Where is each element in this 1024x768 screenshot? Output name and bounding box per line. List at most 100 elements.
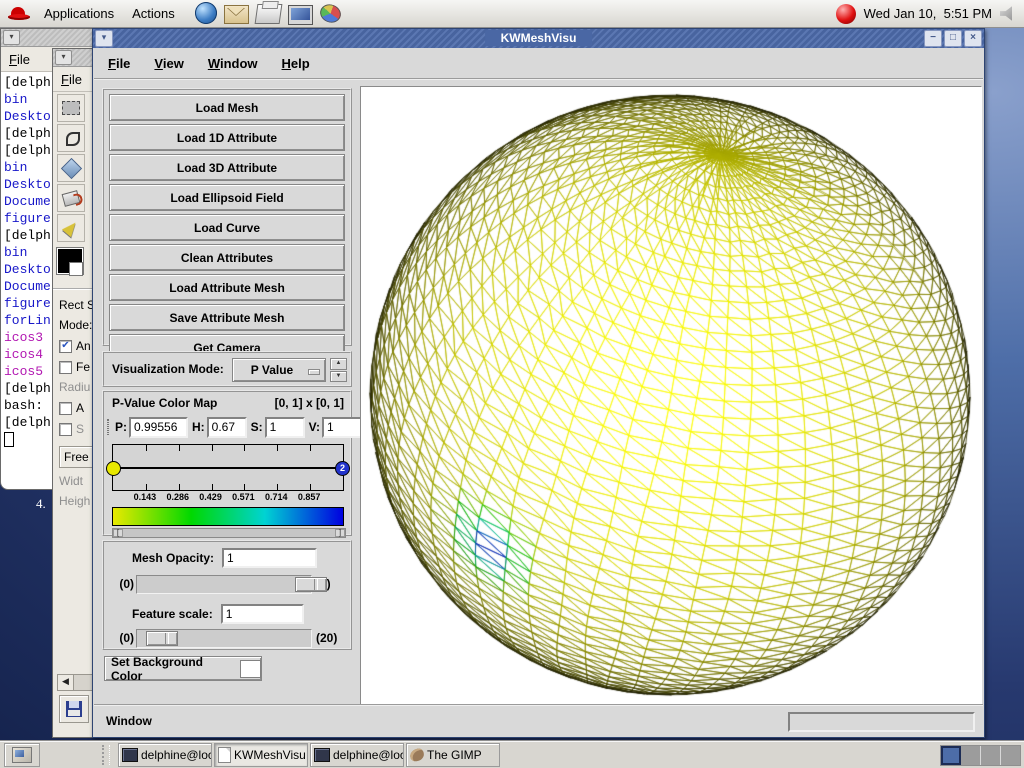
window-menu-icon[interactable]: ▾ xyxy=(95,30,113,47)
feature-slider-handle[interactable] xyxy=(146,631,178,646)
gimp-tool-button[interactable] xyxy=(57,154,85,182)
s-value-entry[interactable]: 1 xyxy=(265,417,305,438)
scroll-left-arrow-icon[interactable]: ◀ xyxy=(58,675,74,690)
gimp-tool-palette xyxy=(53,94,93,242)
grip-icon[interactable] xyxy=(107,419,109,435)
wireframe-sphere-canvas[interactable] xyxy=(361,87,979,703)
gimp-titlebar[interactable]: ▾ xyxy=(53,49,93,67)
function-tick xyxy=(179,484,180,490)
volume-icon[interactable] xyxy=(1000,6,1016,22)
antialias-checkbox-row[interactable]: ✔ An xyxy=(59,339,93,353)
background-color-swatch[interactable] xyxy=(69,262,83,276)
v-value-entry[interactable]: 1 xyxy=(322,417,362,438)
workspace-3[interactable] xyxy=(981,746,1001,765)
scrollbar-right-end[interactable]: ] xyxy=(335,529,345,537)
screenshot-icon[interactable] xyxy=(288,5,313,25)
save-attribute-mesh-button[interactable]: Save Attribute Mesh xyxy=(109,304,345,331)
mesh-opacity-entry[interactable]: 1 xyxy=(222,548,317,568)
colormap-handle-right[interactable]: 2 xyxy=(335,461,350,476)
gimp-color-swatches[interactable] xyxy=(57,248,87,282)
gimp-save-button[interactable] xyxy=(59,695,89,723)
spin-up-icon[interactable]: ▲ xyxy=(330,358,347,370)
task-button-delphine-loca[interactable]: delphine@loca xyxy=(310,743,404,767)
load-1d-attribute-button[interactable]: Load 1D Attribute xyxy=(109,124,345,151)
taskbar-grip[interactable] xyxy=(102,745,110,765)
function-tick xyxy=(310,484,311,490)
task-button-delphine-loca[interactable]: delphine@loca xyxy=(118,743,212,767)
email-icon[interactable] xyxy=(224,5,249,24)
applications-menu[interactable]: Applications xyxy=(40,4,118,23)
function-tick xyxy=(277,445,278,451)
free-select-dropdown[interactable]: Free xyxy=(59,446,94,468)
chart-icon[interactable] xyxy=(317,2,343,26)
load-mesh-button[interactable]: Load Mesh xyxy=(109,94,345,121)
mesh-viewport[interactable] xyxy=(360,86,982,706)
checkbox[interactable] xyxy=(59,361,72,374)
task-button-kwmeshvisu[interactable]: KWMeshVisu xyxy=(214,743,308,767)
terminal-titlebar[interactable]: ▾ xyxy=(1,29,93,47)
actions-menu[interactable]: Actions xyxy=(128,4,179,23)
titlebar[interactable]: ▾ KWMeshVisu − □ × xyxy=(93,29,984,48)
load-ellipsoid-field-button[interactable]: Load Ellipsoid Field xyxy=(109,184,345,211)
load-3d-attribute-button[interactable]: Load 3D Attribute xyxy=(109,154,345,181)
gimp-toolbox-window[interactable]: ▾ File Rect S Mode: ✔ An Fe Radiu A xyxy=(52,48,94,738)
workspace-1[interactable] xyxy=(941,746,961,765)
web-browser-icon[interactable] xyxy=(195,2,217,24)
spin-down-icon[interactable]: ▼ xyxy=(330,371,347,383)
terminal-menu-file[interactable]: File xyxy=(1,50,38,69)
show-desktop-button[interactable] xyxy=(4,743,40,767)
workspace-4[interactable] xyxy=(1001,746,1020,765)
p-value-entry[interactable]: 0.99556 xyxy=(129,417,188,438)
gimp-tool-button[interactable] xyxy=(57,214,85,242)
kwmeshvisu-window[interactable]: ▾ KWMeshVisu − □ × FileViewWindowHelp Lo… xyxy=(92,28,985,738)
visualization-mode-dropdown[interactable]: P Value xyxy=(232,358,326,382)
statusbar-label: Window xyxy=(106,714,152,728)
menu-help[interactable]: Help xyxy=(272,52,320,75)
colormap-scrollbar[interactable]: [ ] xyxy=(112,528,346,538)
h-value-entry[interactable]: 0.67 xyxy=(207,417,247,438)
window-menu-icon[interactable]: ▾ xyxy=(55,50,72,65)
checkbox[interactable] xyxy=(59,402,72,415)
checkbox-label: S xyxy=(76,422,84,436)
print-icon[interactable] xyxy=(254,4,282,24)
checkbox[interactable] xyxy=(59,423,72,436)
menu-file[interactable]: File xyxy=(98,52,140,75)
checkbox[interactable]: ✔ xyxy=(59,340,72,353)
function-tick xyxy=(146,484,147,490)
menu-view[interactable]: View xyxy=(144,52,193,75)
feather-checkbox-row[interactable]: Fe xyxy=(59,360,93,374)
window-menu-icon[interactable]: ▾ xyxy=(3,30,20,45)
load-attribute-mesh-button[interactable]: Load Attribute Mesh xyxy=(109,274,345,301)
menu-window[interactable]: Window xyxy=(198,52,268,75)
clean-attributes-button[interactable]: Clean Attributes xyxy=(109,244,345,271)
gimp-tool-button[interactable] xyxy=(57,184,85,212)
alert-notification-icon[interactable] xyxy=(836,4,856,24)
set-background-color-button[interactable]: Set Background Color xyxy=(104,656,262,681)
maximize-button[interactable]: □ xyxy=(944,30,962,47)
scrollbar-left-end[interactable]: [ xyxy=(113,529,123,537)
gimp-tool-button[interactable] xyxy=(57,124,85,152)
task-label: The GIMP xyxy=(427,748,482,762)
close-button[interactable]: × xyxy=(964,30,982,47)
colormap-function-editor[interactable]: 2 xyxy=(112,444,344,491)
gimp-icon xyxy=(409,747,426,762)
workspace-2[interactable] xyxy=(961,746,981,765)
sample-checkbox-row[interactable]: S xyxy=(59,422,93,436)
gimp-horizontal-scrollbar[interactable]: ◀ xyxy=(57,674,93,691)
opacity-slider-handle[interactable] xyxy=(295,577,327,592)
redhat-menu-icon[interactable] xyxy=(8,5,30,23)
workspace-switcher[interactable] xyxy=(940,745,1021,766)
task-button-the-gimp[interactable]: The GIMP xyxy=(406,743,500,767)
field-label: V: xyxy=(309,420,320,434)
auto-checkbox-row[interactable]: A xyxy=(59,401,93,415)
feature-scale-entry[interactable]: 1 xyxy=(221,604,304,624)
gimp-menu-file[interactable]: File xyxy=(53,70,90,89)
mesh-opacity-slider[interactable] xyxy=(136,575,312,594)
feature-scale-slider[interactable] xyxy=(136,629,312,648)
load-curve-button[interactable]: Load Curve xyxy=(109,214,345,241)
field-label: H: xyxy=(192,420,205,434)
gimp-tool-button[interactable] xyxy=(57,94,85,122)
minimize-button[interactable]: − xyxy=(924,30,942,47)
colormap-handle-left[interactable] xyxy=(106,461,121,476)
clock[interactable]: Wed Jan 10, 5:51 PM xyxy=(864,6,992,21)
